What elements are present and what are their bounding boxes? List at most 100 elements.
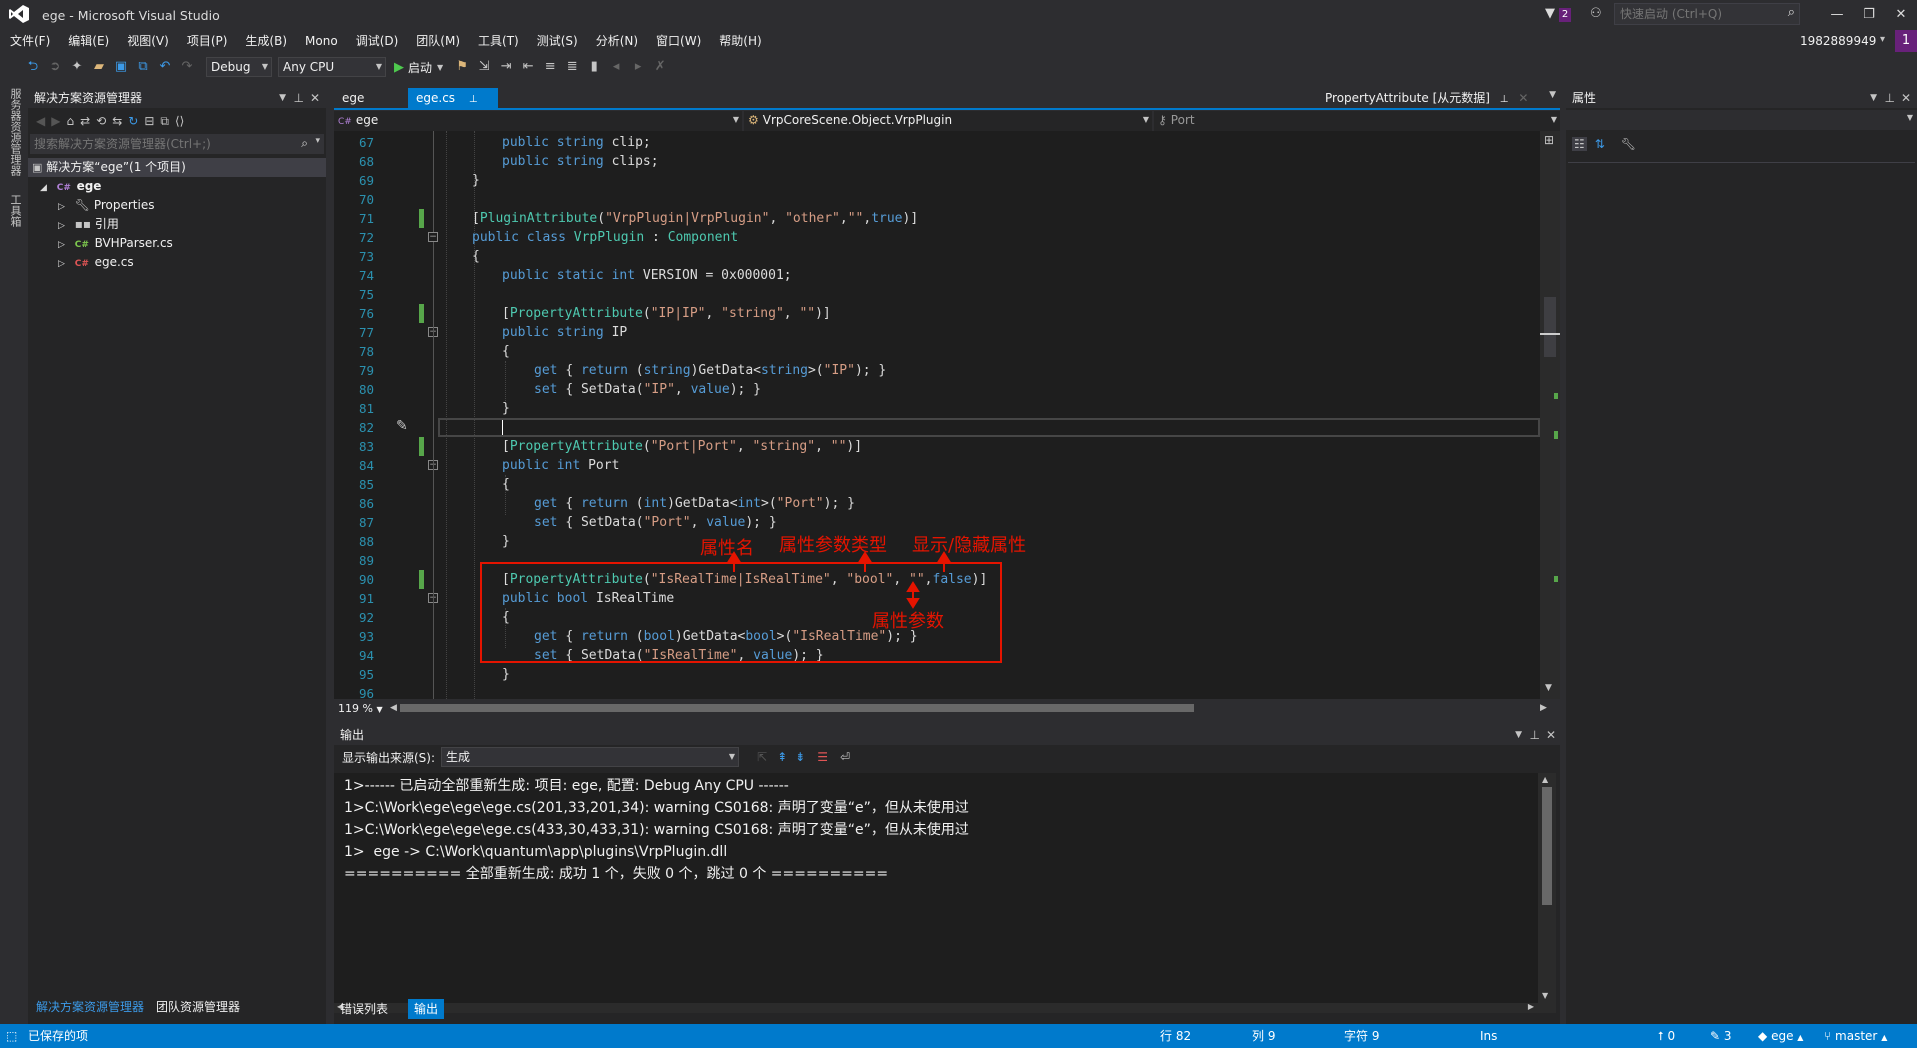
save-all-icon[interactable]: ⧉ <box>132 56 154 78</box>
menu-file[interactable]: 文件(F) <box>0 30 59 52</box>
toolbox-tab[interactable]: 工具箱 <box>7 194 23 227</box>
properties-object-select[interactable]: ▼ <box>1566 110 1917 130</box>
platform-select[interactable]: Any CPU ▼ <box>278 57 386 77</box>
output-source-select[interactable]: 生成 ▼ <box>441 747 740 767</box>
code-editor[interactable]: 67 68 69 70 71 72 73 74 75 76 77 78 79 8… <box>334 131 1540 699</box>
close-icon[interactable]: ✕ <box>1518 91 1528 105</box>
pin-icon[interactable]: ⊥ <box>294 88 304 108</box>
next-message-icon[interactable]: ⇟ <box>795 750 805 764</box>
bookmark-icon[interactable]: ▮ <box>583 56 605 78</box>
account-badge[interactable]: 1 <box>1895 30 1917 52</box>
scroll-right-icon[interactable]: ▶ <box>1540 703 1550 713</box>
menu-edit[interactable]: 编辑(E) <box>59 30 118 52</box>
user-account[interactable]: 1982889949 <box>1800 34 1876 48</box>
back-icon[interactable]: ⮌ <box>22 56 44 78</box>
close-icon[interactable]: ✕ <box>1546 725 1556 745</box>
status-repository[interactable]: ◆ ege ▲ <box>1758 1024 1803 1048</box>
uncomment-icon[interactable]: ≣ <box>561 56 583 78</box>
show-all-files-icon[interactable]: ⧉ <box>160 114 169 129</box>
word-wrap-icon[interactable]: ⏎ <box>840 750 850 764</box>
clear-all-icon[interactable]: ☰ <box>817 750 828 764</box>
solution-search-box[interactable]: ⌕ ▾ <box>30 134 324 154</box>
tab-ege-cs[interactable]: ege.cs ⊥ ✕ <box>408 88 498 127</box>
comment-icon[interactable]: ≡ <box>539 56 561 78</box>
step-icon[interactable]: ⇲ <box>473 56 495 78</box>
menu-window[interactable]: 窗口(W) <box>647 30 710 52</box>
close-icon[interactable]: ✕ <box>310 88 320 108</box>
save-icon[interactable]: ▣ <box>110 56 132 78</box>
sync-icon[interactable]: ⇆ <box>112 114 122 128</box>
menu-analyze[interactable]: 分析(N) <box>587 30 647 52</box>
tab-team-explorer[interactable]: 团队资源管理器 <box>156 998 240 1015</box>
editor-vertical-scrollbar[interactable]: ⊞ ▼ <box>1540 131 1560 699</box>
home-icon[interactable]: ⌂ <box>66 114 74 128</box>
tab-ege[interactable]: ege <box>334 88 372 108</box>
tree-item-bvhparser[interactable]: ▷ C# BVHParser.cs <box>28 234 326 253</box>
chevron-down-icon[interactable]: ▼ <box>279 88 286 108</box>
config-select[interactable]: Debug ▼ <box>206 57 272 77</box>
menu-mono[interactable]: Mono <box>296 30 347 52</box>
menu-team[interactable]: 团队(M) <box>407 30 469 52</box>
status-pending-changes[interactable]: ✎ 3 <box>1710 1024 1732 1048</box>
switch-views-icon[interactable]: ⇄ <box>80 114 90 128</box>
prev-message-icon[interactable]: ⇞ <box>777 750 787 764</box>
categorized-icon[interactable]: ☷ <box>1572 137 1587 151</box>
scroll-right-icon[interactable]: ▶ <box>1528 1002 1534 1011</box>
pin-icon[interactable]: ⊥ <box>469 94 478 105</box>
tab-property-attribute[interactable]: PropertyAttribute [从元数据] ⊥ ✕ <box>1317 88 1536 108</box>
status-unpublished-commits[interactable]: ⭡ 0 <box>1658 1024 1675 1048</box>
restore-button[interactable]: ❐ <box>1854 4 1884 26</box>
new-project-icon[interactable]: ✦ <box>66 56 88 78</box>
pin-icon[interactable]: ⊥ <box>1500 94 1509 105</box>
prev-bookmark-icon[interactable]: ◂ <box>605 56 627 78</box>
minimize-button[interactable]: — <box>1822 4 1852 26</box>
forward-icon[interactable]: ▶ <box>51 114 60 128</box>
status-insert-mode[interactable]: Ins <box>1480 1024 1497 1048</box>
scrollbar-thumb[interactable] <box>1544 297 1556 357</box>
tree-solution-node[interactable]: ▣ 解决方案“ege”(1 个项目) <box>28 158 326 177</box>
nav-class-select[interactable]: ⚙ VrpCoreScene.Object.VrpPlugin ▼ <box>744 110 1152 131</box>
server-explorer-tab[interactable]: 服务器资源管理器 <box>7 88 23 176</box>
menu-project[interactable]: 项目(P) <box>178 30 237 52</box>
output-vertical-scrollbar[interactable]: ▲ ▼ <box>1538 773 1556 1003</box>
pending-changes-icon[interactable]: ⟲ <box>96 114 106 128</box>
tree-item-ege-cs[interactable]: ▷ C# ege.cs <box>28 253 326 272</box>
back-icon[interactable]: ◀ <box>36 114 45 128</box>
nav-project-select[interactable]: C# ege ▼ <box>334 110 742 131</box>
attach-icon[interactable]: ⚑ <box>451 56 473 78</box>
menu-tools[interactable]: 工具(T) <box>469 30 528 52</box>
scroll-down-icon[interactable]: ▼ <box>1542 991 1548 1000</box>
scrollbar-thumb[interactable] <box>1542 787 1552 905</box>
menu-help[interactable]: 帮助(H) <box>710 30 770 52</box>
scrollbar-thumb[interactable] <box>400 704 1194 712</box>
feedback-icon[interactable]: ⚇ <box>1590 6 1602 21</box>
chevron-down-icon[interactable]: ▾ <box>1880 34 1885 45</box>
output-text-area[interactable]: 1>------ 已启动全部重新生成: 项目: ege, 配置: Debug A… <box>334 773 1538 1003</box>
tree-project-node[interactable]: ◢ C# ege <box>28 177 326 196</box>
tree-item-properties[interactable]: ▷ 🔧︎ Properties <box>28 196 326 215</box>
outdent-icon[interactable]: ⇤ <box>517 56 539 78</box>
forward-icon[interactable]: ➲ <box>44 56 66 78</box>
clear-bookmarks-icon[interactable]: ✗ <box>649 56 671 78</box>
chevron-down-icon[interactable]: ▼ <box>1549 90 1556 100</box>
menu-build[interactable]: 生成(B) <box>236 30 296 52</box>
tab-output[interactable]: 输出 <box>408 999 445 1019</box>
notifications-button[interactable]: ▼ 2 <box>1545 6 1579 24</box>
refresh-icon[interactable]: ↻ <box>128 114 138 128</box>
split-icon[interactable]: ⊞ <box>1544 133 1554 147</box>
chevron-down-icon[interactable]: ▼ <box>1870 88 1877 108</box>
zoom-level[interactable]: 119 % ▼ <box>334 702 390 715</box>
menu-debug[interactable]: 调试(D) <box>347 30 408 52</box>
property-pages-icon[interactable]: 🔧︎ <box>1621 137 1636 151</box>
editor-horizontal-scrollbar[interactable] <box>400 703 1540 713</box>
nav-member-select[interactable]: ⚷ Port ▼ <box>1154 110 1560 131</box>
code-view-icon[interactable]: ⟨⟩ <box>175 114 184 128</box>
indent-icon[interactable]: ⇥ <box>495 56 517 78</box>
status-branch[interactable]: ⑂ master ▲ <box>1824 1024 1887 1048</box>
close-icon[interactable]: ✕ <box>1901 88 1911 108</box>
chevron-down-icon[interactable]: ▾ <box>315 136 320 146</box>
goto-message-icon[interactable]: ⇱ <box>757 750 767 764</box>
solution-search-input[interactable] <box>30 134 270 154</box>
collapse-all-icon[interactable]: ⊟ <box>144 114 154 128</box>
redo-icon[interactable]: ↷ <box>176 56 198 78</box>
